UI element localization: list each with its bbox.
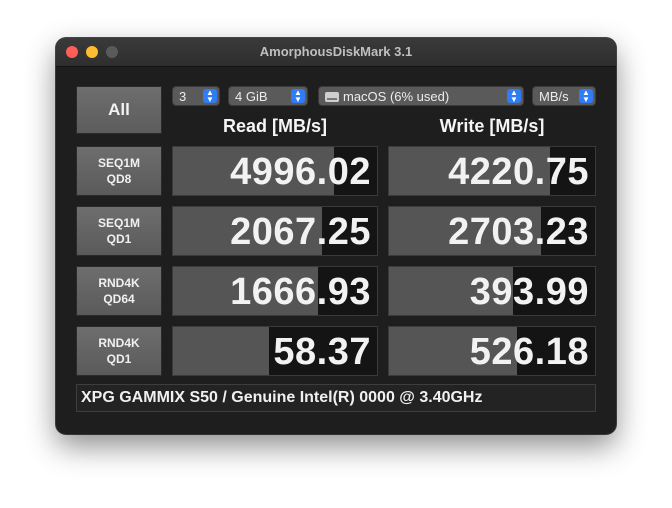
- test-name: RND4K: [98, 336, 140, 350]
- drive-value: macOS (6% used): [343, 89, 450, 104]
- test-count-select[interactable]: 3 ▲ ▼: [172, 86, 220, 106]
- test-button-seq1m-qd1[interactable]: SEQ1M QD1: [76, 206, 162, 256]
- test-size-value: 4 GiB: [235, 89, 268, 104]
- chevron-updown-icon: ▲ ▼: [579, 89, 593, 104]
- test-queue-depth: QD1: [106, 352, 132, 366]
- test-name: SEQ1M: [97, 156, 140, 170]
- drive-select[interactable]: macOS (6% used) ▲ ▼: [318, 86, 524, 106]
- run-all-button[interactable]: All: [76, 86, 162, 134]
- read-result-cell: 1666.93: [172, 266, 378, 316]
- write-result-cell: 393.99: [388, 266, 596, 316]
- read-column-header: Read [MB/s]: [222, 116, 327, 136]
- title-bar[interactable]: AmorphousDiskMark 3.1: [56, 38, 616, 67]
- test-queue-depth: QD1: [106, 232, 132, 246]
- unit-select[interactable]: MB/s ▲ ▼: [532, 86, 596, 106]
- test-button-rnd4k-qd64[interactable]: RND4K QD64: [76, 266, 162, 316]
- write-result-value: 393.99: [469, 271, 589, 313]
- test-queue-depth: QD64: [103, 292, 135, 306]
- test-size-select[interactable]: 4 GiB ▲ ▼: [228, 86, 308, 106]
- disk-icon: [325, 92, 339, 102]
- write-result-cell: 526.18: [388, 326, 596, 376]
- read-result-value: 2067.25: [230, 211, 371, 253]
- read-result-value: 4996.02: [230, 151, 371, 193]
- test-queue-depth: QD8: [106, 172, 132, 186]
- app-window: AmorphousDiskMark 3.1 All 3 ▲ ▼ 4 GiB ▲ ▼ …: [56, 38, 616, 434]
- test-name: SEQ1M: [97, 216, 140, 230]
- write-result-value: 2703.23: [448, 211, 589, 253]
- chevron-updown-icon: ▲ ▼: [507, 89, 521, 104]
- chevron-updown-icon: ▲ ▼: [203, 89, 217, 104]
- read-result-value: 58.37: [273, 331, 371, 373]
- write-result-cell: 4220.75: [388, 146, 596, 196]
- window-title: AmorphousDiskMark 3.1: [259, 44, 413, 59]
- chevron-updown-icon: ▲ ▼: [291, 89, 305, 104]
- read-result-bar: [173, 327, 269, 375]
- test-count-value: 3: [179, 89, 187, 104]
- test-name: RND4K: [98, 276, 140, 290]
- read-result-value: 1666.93: [230, 271, 371, 313]
- write-result-value: 526.18: [469, 331, 589, 373]
- read-result-cell: 2067.25: [172, 206, 378, 256]
- write-column-header: Write [MB/s]: [439, 116, 545, 136]
- read-result-cell: 58.37: [172, 326, 378, 376]
- write-result-cell: 2703.23: [388, 206, 596, 256]
- test-button-seq1m-qd8[interactable]: SEQ1M QD8: [76, 146, 162, 196]
- system-info-bar: XPG GAMMIX S50 / Genuine Intel(R) 0000 @…: [76, 384, 596, 412]
- unit-value: MB/s: [539, 89, 569, 104]
- write-result-value: 4220.75: [448, 151, 589, 193]
- read-result-cell: 4996.02: [172, 146, 378, 196]
- test-button-rnd4k-qd1[interactable]: RND4K QD1: [76, 326, 162, 376]
